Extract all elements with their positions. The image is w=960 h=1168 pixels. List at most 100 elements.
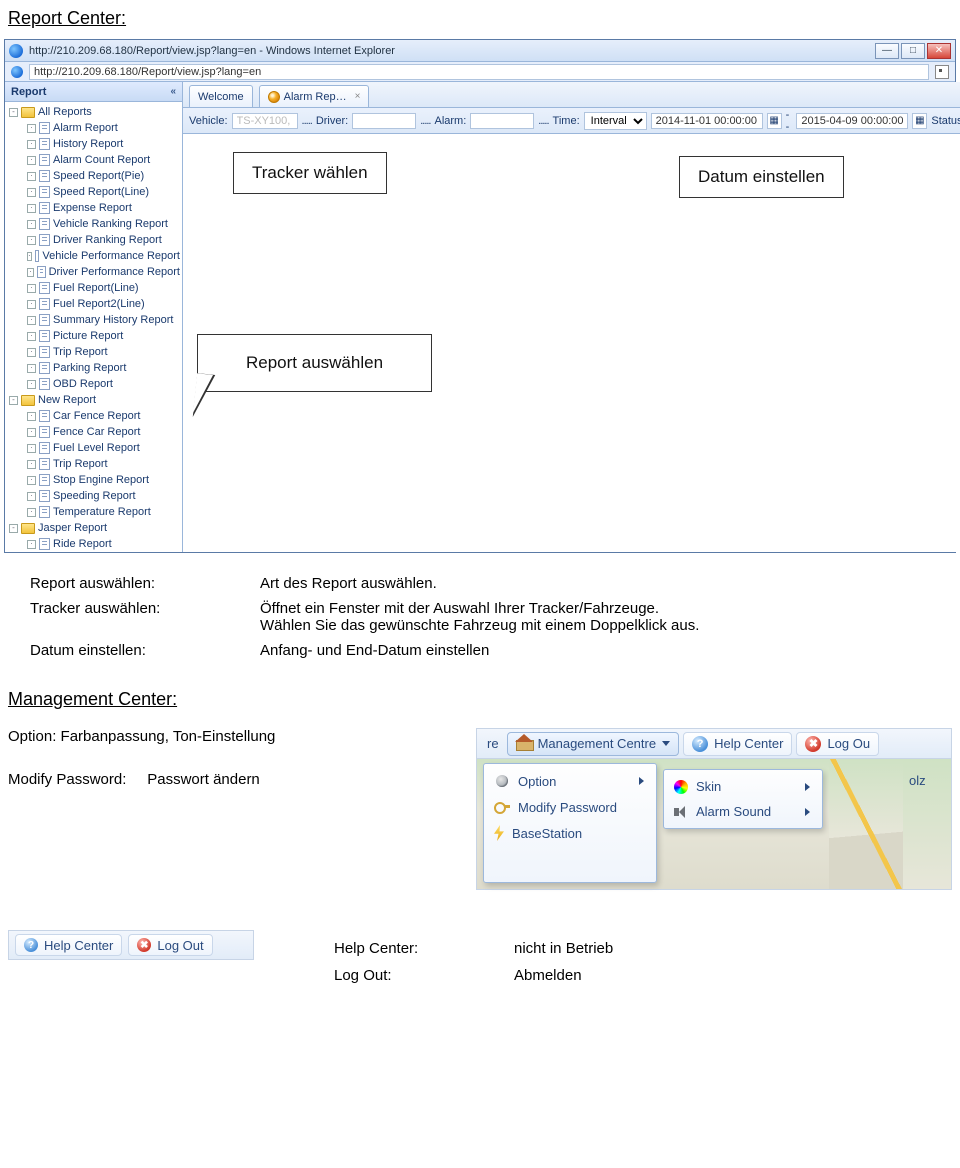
alarm-picker[interactable]: ..... — [538, 115, 548, 127]
leaf-toggle-icon: · — [27, 476, 36, 485]
driver-picker[interactable]: ..... — [420, 115, 430, 127]
maximize-button[interactable]: □ — [901, 43, 925, 59]
tree-item[interactable]: ·Driver Performance Report — [27, 264, 180, 280]
tab-alarm-report[interactable]: Alarm Rep… × — [259, 85, 370, 107]
report-icon — [39, 282, 50, 294]
tree-item[interactable]: ·Driver Ranking Report — [27, 232, 180, 248]
expand-icon[interactable] — [935, 65, 949, 79]
report-tree[interactable]: -All Reports·Alarm Report · History Report… — [5, 102, 182, 552]
report-icon — [39, 314, 50, 326]
status-label: Status: — [931, 115, 960, 127]
tree-item-label: History Report — [53, 137, 123, 151]
tree-folder[interactable]: -All Reports — [9, 104, 180, 120]
minimize-button[interactable]: — — [875, 43, 899, 59]
collapse-toggle-icon[interactable]: - — [9, 108, 18, 117]
bolt-icon — [494, 825, 504, 841]
tree-item[interactable]: ·Parking Report — [27, 360, 180, 376]
tree-item[interactable]: ·Picture Report — [27, 328, 180, 344]
report-icon — [39, 346, 50, 358]
tree-item[interactable]: ·Vehicle Performance Report — [27, 248, 180, 264]
url-input[interactable] — [29, 64, 929, 80]
report-icon — [39, 218, 50, 230]
leaf-toggle-icon: · — [27, 284, 36, 293]
tree-item[interactable]: · History Report — [27, 136, 180, 152]
submenu-skin-label: Skin — [696, 779, 721, 794]
tree-item-label: Driver Performance Report — [49, 265, 180, 279]
window-close-button[interactable]: ✕ — [927, 43, 951, 59]
tree-item[interactable]: ·Speeding Report — [27, 488, 180, 504]
mini-help-button[interactable]: ? Help Center — [15, 934, 122, 956]
tree-item[interactable]: ·Fuel Report(Line) — [27, 280, 180, 296]
def-tracker-value: Öffnet ein Fenster mit der Auswahl Ihrer… — [260, 600, 930, 634]
tree-item[interactable]: ·Expense Report — [27, 200, 180, 216]
gear-icon — [494, 773, 510, 789]
tree-item-label: Picture Report — [53, 329, 123, 343]
tree-folder[interactable]: -New Report — [9, 392, 180, 408]
tree-item[interactable]: ·Speed Report(Line) — [27, 184, 180, 200]
submenu-skin[interactable]: Skin — [668, 774, 818, 799]
tree-item[interactable]: ·Speed Report(Pie) — [27, 168, 180, 184]
callout-report: Report auswählen — [197, 334, 432, 392]
report-icon — [39, 458, 50, 470]
report-sidebar: Report « -All Reports·Alarm Report·Histo… — [5, 82, 183, 552]
collapse-icon[interactable]: « — [170, 86, 176, 97]
help-center-button[interactable]: ? Help Center — [683, 732, 792, 756]
report-icon — [39, 378, 50, 390]
tree-item[interactable]: ·Car Fence Report — [27, 408, 180, 424]
driver-input[interactable] — [352, 113, 416, 129]
definitions-block: Report auswählen: Art des Report auswähl… — [30, 575, 930, 659]
tab-welcome[interactable]: Welcome — [189, 85, 253, 107]
logout-button[interactable]: ✖ Log Ou — [796, 732, 879, 756]
tree-item[interactable]: ·Fence Car Report — [27, 424, 180, 440]
collapse-toggle-icon[interactable]: - — [9, 396, 18, 405]
tree-item[interactable]: ·Alarm Report — [27, 120, 180, 136]
submenu-caret-icon — [805, 808, 810, 816]
tree-item[interactable]: ·Fuel Report2(Line) — [27, 296, 180, 312]
driver-label: Driver: — [316, 115, 348, 127]
address-bar — [5, 62, 955, 82]
time-mode-select[interactable]: Interval — [584, 112, 647, 130]
mini-logout-button[interactable]: ✖ Log Out — [128, 934, 212, 956]
tree-item[interactable]: ·Vehicle Ranking Report — [27, 216, 180, 232]
report-icon — [39, 426, 50, 438]
page-title: Report Center: — [8, 8, 960, 29]
leaf-toggle-icon: · — [27, 172, 36, 181]
tree-item[interactable]: ·Summary History Report — [27, 312, 180, 328]
report-icon — [39, 298, 50, 310]
tree-folder[interactable]: -Jasper Report — [9, 520, 180, 536]
tree-item[interactable]: ·Fuel Level Report — [27, 440, 180, 456]
tree-item[interactable]: ·OBD Report — [27, 376, 180, 392]
collapse-toggle-icon[interactable]: - — [9, 524, 18, 533]
leaf-toggle-icon: · — [27, 364, 36, 373]
dropdown-option[interactable]: Option — [488, 768, 652, 794]
management-dropdown-screenshot: re Management Centre ? Help Center ✖ Log… — [476, 728, 952, 890]
tree-item[interactable]: ·Temperature Report — [27, 504, 180, 520]
tab-close-icon[interactable]: × — [355, 91, 361, 102]
vehicle-picker[interactable]: ..... — [302, 115, 312, 127]
submenu-alarm-sound[interactable]: Alarm Sound — [668, 799, 818, 824]
from-datetime-input[interactable] — [651, 113, 763, 129]
logout-value: Abmelden — [514, 967, 613, 984]
tree-item[interactable]: ·Stop Engine Report — [27, 472, 180, 488]
dropdown-modify-password[interactable]: Modify Password — [488, 794, 652, 820]
to-calendar-icon[interactable]: ▦ — [912, 113, 927, 129]
mgmt-option-text: Option: Farbanpassung, Ton-Einstellung — [8, 728, 476, 745]
leaf-toggle-icon: · — [27, 380, 36, 389]
to-datetime-input[interactable] — [796, 113, 908, 129]
tree-item[interactable]: ·Ride Report — [27, 536, 180, 552]
alarm-input[interactable] — [470, 113, 534, 129]
from-calendar-icon[interactable]: ▦ — [767, 113, 782, 129]
submenu-caret-icon — [805, 783, 810, 791]
tree-item[interactable]: ·Trip Report — [27, 456, 180, 472]
report-icon — [39, 442, 50, 454]
report-canvas: Tracker wählen Datum einstellen Report a… — [183, 134, 960, 552]
management-centre-button[interactable]: Management Centre — [507, 732, 680, 756]
bottom-definitions: Help Center: nicht in Betrieb Log Out: A… — [334, 930, 613, 994]
vehicle-input[interactable] — [232, 113, 298, 129]
tree-item[interactable]: ·Trip Report — [27, 344, 180, 360]
report-icon — [39, 490, 50, 502]
dropdown-basestation[interactable]: BaseStation — [488, 820, 652, 846]
tree-item[interactable]: ·Alarm Count Report — [27, 152, 180, 168]
folder-icon — [21, 523, 35, 534]
leaf-toggle-icon: · — [27, 140, 36, 149]
